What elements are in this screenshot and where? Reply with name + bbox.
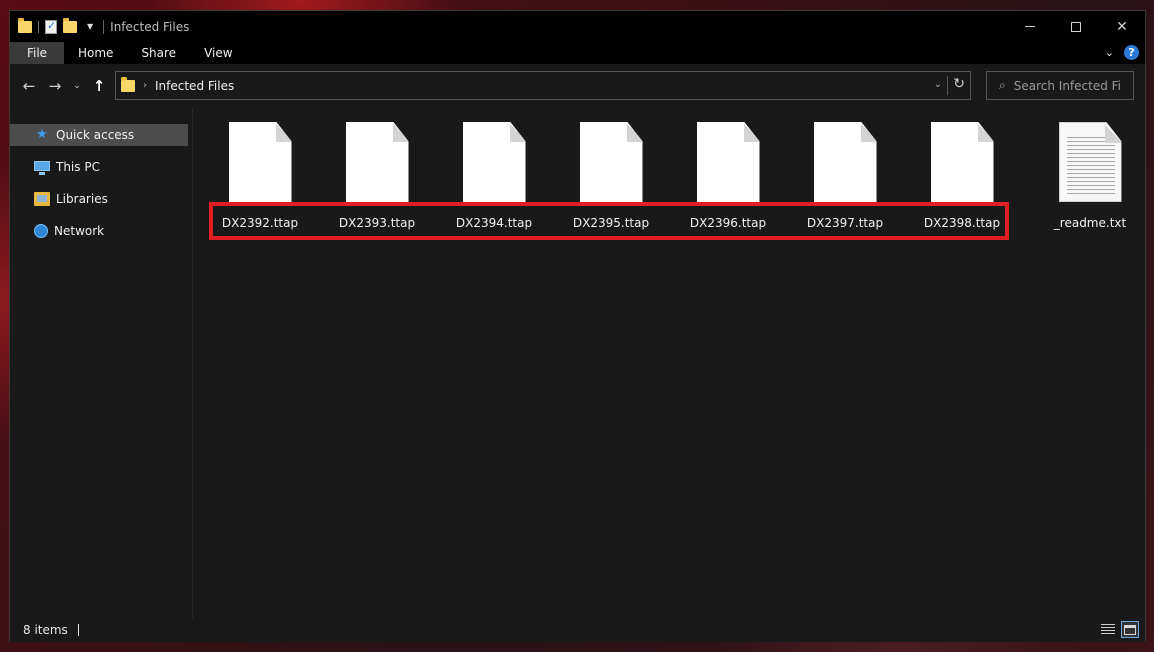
star-icon: ★ [36, 127, 48, 142]
navigation-pane: ★ Quick access This PC Libraries Network [10, 108, 192, 618]
status-separator [77, 624, 79, 636]
library-icon [34, 192, 50, 206]
tab-view[interactable]: View [190, 42, 246, 64]
view-toggle [1099, 621, 1139, 638]
status-bar: 8 items [10, 618, 1145, 642]
breadcrumb-chevron-icon[interactable]: › [143, 80, 147, 91]
address-dropdown-chevron-icon[interactable]: ⌄ [934, 79, 942, 90]
minimize-button[interactable] [1007, 11, 1053, 42]
file-item[interactable]: _readme.txt [1040, 122, 1140, 230]
breadcrumb-infected-files[interactable]: Infected Files [155, 79, 234, 93]
title-bar: ▼ Infected Files ✕ [10, 11, 1145, 42]
search-input[interactable] [1013, 78, 1122, 93]
file-item[interactable]: DX2393.ttap [327, 122, 427, 230]
file-name: DX2397.ttap [806, 216, 884, 230]
file-item[interactable]: DX2392.ttap [210, 122, 310, 230]
address-bar[interactable]: › Infected Files ⌄ ↻ [115, 71, 971, 100]
file-name: DX2394.ttap [455, 216, 533, 230]
window-controls: ✕ [1007, 11, 1145, 42]
sidebar-item-label: Quick access [56, 128, 135, 142]
recent-locations-chevron-icon[interactable]: ⌄ [68, 81, 86, 91]
monitor-icon [34, 161, 50, 175]
tab-share[interactable]: Share [127, 42, 190, 64]
close-icon: ✕ [1116, 18, 1128, 35]
back-arrow-icon[interactable]: ← [16, 77, 42, 95]
file-item[interactable]: DX2395.ttap [561, 122, 661, 230]
refresh-icon[interactable]: ↻ [953, 76, 965, 92]
tab-home[interactable]: Home [64, 42, 127, 64]
search-icon: ⌕ [999, 78, 1006, 92]
file-item[interactable]: DX2396.ttap [678, 122, 778, 230]
customize-toolbar-chevron-icon[interactable]: ▼ [87, 22, 93, 31]
maximize-button[interactable] [1053, 11, 1099, 42]
file-icon [228, 122, 292, 202]
file-list: DX2392.ttap DX2393.ttap DX2394.ttap DX23… [193, 108, 1145, 618]
folder-icon [121, 76, 135, 92]
address-separator [947, 76, 948, 95]
close-button[interactable]: ✕ [1099, 11, 1145, 42]
file-icon [813, 122, 877, 202]
maximize-icon [1071, 21, 1081, 32]
properties-icon[interactable] [45, 19, 57, 34]
file-icon [345, 122, 409, 202]
item-count: 8 items [23, 623, 68, 637]
file-name: DX2395.ttap [572, 216, 650, 230]
sidebar-item-label: Network [54, 224, 105, 238]
new-folder-icon[interactable] [63, 17, 77, 33]
file-name: DX2393.ttap [338, 216, 416, 230]
sidebar-item-label: Libraries [56, 192, 108, 206]
file-item[interactable]: DX2394.ttap [444, 122, 544, 230]
minimize-icon [1025, 26, 1035, 27]
ribbon-right-controls: ⌄ ? [1105, 45, 1139, 60]
explorer-window: ▼ Infected Files ✕ File Home Share View … [9, 10, 1146, 642]
sidebar-item-this-pc[interactable]: This PC [10, 156, 188, 178]
file-name: DX2396.ttap [689, 216, 767, 230]
forward-arrow-icon[interactable]: → [42, 77, 68, 95]
sidebar-item-label: This PC [56, 160, 100, 174]
network-icon [34, 224, 48, 238]
large-icons-view-icon [1124, 624, 1136, 635]
text-lines [1066, 137, 1115, 195]
file-icon [579, 122, 643, 202]
up-arrow-icon[interactable]: ↑ [86, 77, 112, 95]
tab-file[interactable]: File [10, 42, 64, 64]
sidebar-item-libraries[interactable]: Libraries [10, 188, 188, 210]
file-item[interactable]: DX2397.ttap [795, 122, 895, 230]
file-name: DX2398.ttap [923, 216, 1001, 230]
sidebar-item-network[interactable]: Network [10, 220, 188, 242]
expand-ribbon-chevron-icon[interactable]: ⌄ [1105, 46, 1114, 59]
folder-icon [18, 17, 32, 33]
title-separator [103, 19, 105, 34]
navigation-bar: ← → ⌄ ↑ › Infected Files ⌄ ↻ ⌕ [10, 64, 1145, 108]
file-icon [696, 122, 760, 202]
file-icon [930, 122, 994, 202]
large-icons-view-button[interactable] [1121, 621, 1139, 638]
help-icon[interactable]: ? [1124, 45, 1139, 60]
ribbon-tabs: File Home Share View ⌄ ? [10, 42, 1145, 64]
file-name: _readme.txt [1053, 216, 1127, 230]
details-view-button[interactable] [1099, 621, 1117, 638]
sidebar-item-quick-access[interactable]: ★ Quick access [10, 124, 188, 146]
text-file-icon [1058, 122, 1122, 202]
file-item[interactable]: DX2398.ttap [912, 122, 1012, 230]
file-name: DX2392.ttap [221, 216, 299, 230]
quick-access-toolbar: ▼ [10, 17, 93, 34]
file-icon [462, 122, 526, 202]
search-box[interactable]: ⌕ [986, 71, 1134, 100]
window-title: Infected Files [110, 19, 190, 34]
details-view-icon [1101, 624, 1115, 635]
toolbar-separator [38, 20, 39, 33]
